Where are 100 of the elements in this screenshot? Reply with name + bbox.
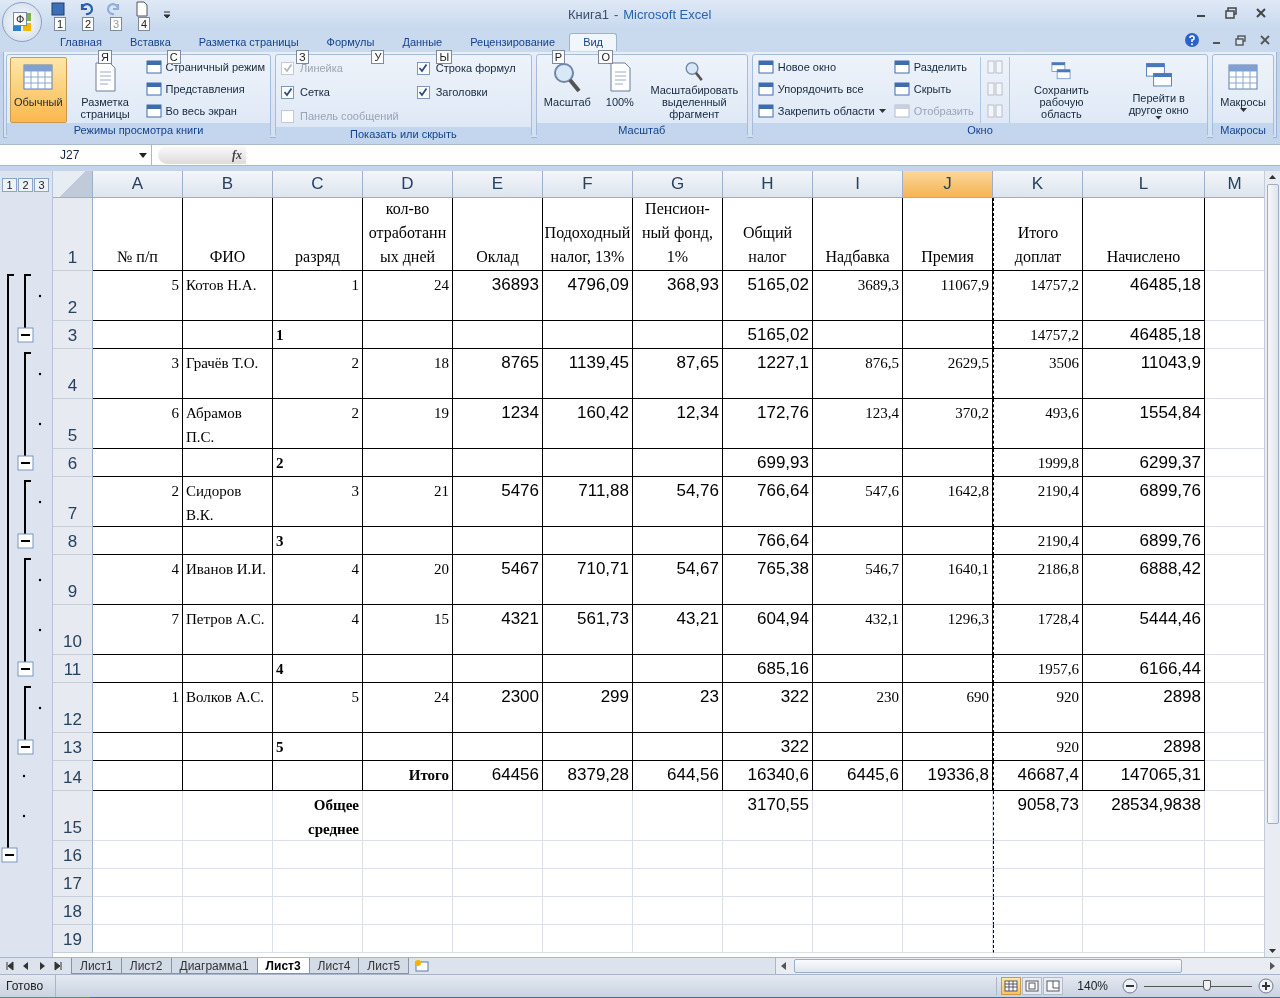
column-header[interactable]: G xyxy=(633,171,723,198)
outline-level-button[interactable]: 2 xyxy=(18,177,33,192)
column-header[interactable]: C xyxy=(273,171,363,198)
column-header[interactable]: E xyxy=(453,171,543,198)
ribbon-button[interactable]: Во весь экран xyxy=(143,101,268,121)
row-header[interactable]: 3 xyxy=(53,321,93,349)
row-header[interactable]: 16 xyxy=(53,841,93,869)
column-header[interactable]: B xyxy=(183,171,273,198)
row-header[interactable]: 14 xyxy=(53,761,93,791)
row-header[interactable]: 5 xyxy=(53,399,93,449)
row-header[interactable]: 4 xyxy=(53,349,93,399)
collapse-button[interactable] xyxy=(17,739,34,755)
row-header[interactable]: 12 xyxy=(53,683,93,733)
horizontal-scrollbar[interactable] xyxy=(775,958,1280,974)
column-header[interactable]: H xyxy=(723,171,813,198)
column-header[interactable]: I xyxy=(813,171,903,198)
ribbon-tab[interactable]: Формулы xyxy=(312,33,389,52)
table-cell: Итого xyxy=(363,761,453,791)
restore-icon[interactable] xyxy=(1234,33,1248,47)
row-header[interactable]: 6 xyxy=(53,449,93,477)
collapse-button[interactable] xyxy=(17,455,34,471)
column-header[interactable]: J xyxy=(903,171,993,198)
undo-icon[interactable] xyxy=(78,1,94,17)
row-header[interactable]: 2 xyxy=(53,271,93,321)
sheet-tab[interactable]: Лист4 xyxy=(308,958,360,974)
ribbon-tab[interactable]: Вставка xyxy=(115,33,185,52)
sheet-tab[interactable]: Лист1 xyxy=(71,958,122,974)
view-button[interactable]: Обычный xyxy=(10,57,67,123)
ribbon-tab[interactable]: Вид xyxy=(569,33,618,51)
ribbon-checkbox[interactable]: Заголовки xyxy=(414,81,518,103)
help-icon[interactable] xyxy=(1184,32,1200,48)
column-header[interactable]: K xyxy=(993,171,1083,198)
page-break-button[interactable] xyxy=(1043,977,1064,995)
zoom-level[interactable]: 140% xyxy=(1077,979,1108,993)
table-cell: 9058,73 xyxy=(993,791,1083,841)
collapse-button[interactable] xyxy=(1,847,18,863)
ribbon-button[interactable]: Новое окно xyxy=(755,57,888,77)
outline-level-button[interactable]: 3 xyxy=(34,177,49,192)
row-header[interactable]: 13 xyxy=(53,733,93,761)
row-header[interactable]: 17 xyxy=(53,869,93,897)
name-box[interactable]: J27 xyxy=(0,145,152,165)
ribbon-button[interactable]: Разделить xyxy=(891,57,976,77)
sheet-tab[interactable]: Лист2 xyxy=(120,958,172,974)
zoom-in-icon[interactable] xyxy=(1258,978,1274,994)
page-layout-button[interactable] xyxy=(1022,977,1043,995)
table-cell: 14757,2 xyxy=(993,271,1083,321)
table-cell: 54,76 xyxy=(633,477,723,527)
view-button[interactable]: Перейти в другое окно xyxy=(1113,57,1205,123)
document-icon[interactable] xyxy=(134,1,150,17)
ribbon-checkbox[interactable]: Сетка xyxy=(279,81,401,103)
ribbon-button[interactable]: Закрепить области xyxy=(755,101,888,121)
row-header[interactable]: 1 xyxy=(53,198,93,271)
ribbon-tab[interactable]: Разметка страницы xyxy=(184,33,313,52)
table-cell: 19 xyxy=(363,399,453,449)
view-button[interactable]: Масштабировать выделенный фрагмент xyxy=(644,57,744,123)
close-icon[interactable] xyxy=(1258,33,1272,47)
row-header[interactable]: 18 xyxy=(53,897,93,925)
row-header[interactable]: 9 xyxy=(53,555,93,605)
save-icon[interactable] xyxy=(50,1,66,17)
row-header[interactable]: 10 xyxy=(53,605,93,655)
row-header[interactable]: 8 xyxy=(53,527,93,555)
ribbon-button[interactable]: Представления xyxy=(143,79,268,99)
view-button[interactable]: Макросы xyxy=(1216,57,1270,123)
customize-caret-icon[interactable] xyxy=(162,10,172,20)
ribbon-tab[interactable]: Рецензирование xyxy=(456,33,570,52)
zoom-out-icon[interactable] xyxy=(1122,978,1138,994)
collapse-button[interactable] xyxy=(17,533,34,549)
last-sheet-icon[interactable] xyxy=(52,960,64,972)
zoom-thumb[interactable] xyxy=(1202,980,1211,991)
close-icon[interactable] xyxy=(1254,6,1268,20)
ribbon-tab[interactable]: Главная xyxy=(46,33,116,52)
sheet-tab[interactable]: Лист3 xyxy=(256,958,310,974)
row-header[interactable]: 15 xyxy=(53,791,93,841)
ribbon-button[interactable]: Скрыть xyxy=(891,79,976,99)
column-header[interactable]: F xyxy=(543,171,633,198)
table-cell: 230 xyxy=(813,683,903,733)
vertical-scrollbar[interactable] xyxy=(1264,171,1280,957)
restore-icon[interactable] xyxy=(1224,6,1238,20)
ribbon-button[interactable]: Упорядочить все xyxy=(755,79,888,99)
row-header[interactable]: 11 xyxy=(53,655,93,683)
collapse-button[interactable] xyxy=(17,661,34,677)
column-header[interactable]: A xyxy=(93,171,183,198)
row-header[interactable]: 7 xyxy=(53,477,93,527)
sheet-tab[interactable]: Лист5 xyxy=(358,958,410,974)
view-button[interactable]: Сохранить рабочую область xyxy=(1013,57,1110,123)
collapse-button[interactable] xyxy=(17,327,34,343)
sheet-tab[interactable]: Диаграмма1 xyxy=(170,958,258,974)
normal-view-button[interactable] xyxy=(1001,977,1022,995)
table-cell: 160,42 xyxy=(543,399,633,449)
first-sheet-icon[interactable] xyxy=(4,960,16,972)
table-cell: 368,93 xyxy=(633,271,723,321)
column-header[interactable]: D xyxy=(363,171,453,198)
outline-level-button[interactable]: 1 xyxy=(2,177,17,192)
column-header[interactable]: L xyxy=(1083,171,1205,198)
column-header[interactable]: M xyxy=(1205,171,1264,198)
insert-function-button[interactable]: fx xyxy=(232,147,242,163)
column-heading: кол-во отработанных дней xyxy=(363,198,453,271)
table-cell: 2300 xyxy=(453,683,543,733)
row-header[interactable]: 19 xyxy=(53,925,93,953)
ribbon-tab[interactable]: Данные xyxy=(388,33,457,52)
